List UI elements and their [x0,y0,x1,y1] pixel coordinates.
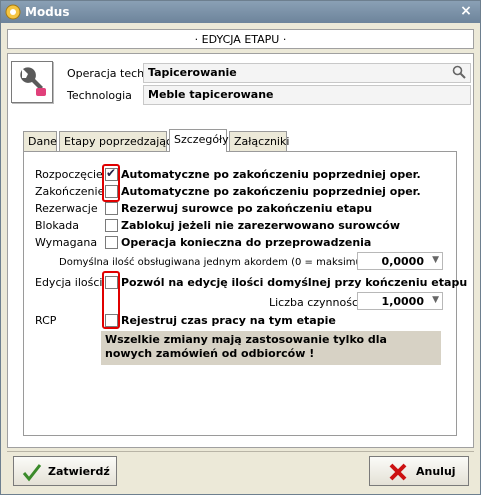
chevron-down-icon[interactable]: ▼ [432,295,439,305]
required-checkbox[interactable] [105,236,118,249]
tab-zalaczniki[interactable]: Załączniki [229,131,289,151]
title-bar[interactable]: Modus × [1,1,480,23]
default-qty-input[interactable]: 0,0000 ▼ [357,252,443,270]
qty-edit-option[interactable]: Pozwól na edycję ilości domyślnej przy k… [121,276,467,289]
dialog-window: Modus × · EDYCJA ETAPU · Operacja tech. … [0,0,481,495]
tab-szczegoly[interactable]: Szczegóły [169,129,229,152]
section-header: · EDYCJA ETAPU · [7,29,474,49]
rcp-option[interactable]: Rejestruj czas pracy na tym etapie [121,314,336,327]
cancel-label: Anuluj [416,465,456,478]
info-note: Wszelkie zmiany mają zastosowanie tylko … [101,331,441,365]
wrench-operation-icon [20,67,46,96]
default-qty-label: Domyślna ilość obsługiwana jednym akorde… [59,257,376,268]
confirm-label: Zatwierdź [48,465,110,478]
activity-count-value: 1,0000 [381,295,424,308]
confirm-button[interactable]: Zatwierdź [13,456,117,486]
chevron-down-icon[interactable]: ▼ [432,255,439,265]
window-title: Modus [25,5,70,19]
start-auto-option[interactable]: Automatyczne po zakończeniu poprzedniej … [121,168,421,181]
default-qty-value: 0,0000 [381,255,424,268]
cancel-button[interactable]: Anuluj [369,456,469,486]
operation-field[interactable]: Tapicerowanie [143,63,471,83]
block-checkbox[interactable] [105,219,118,232]
highlight-box [102,271,120,329]
red-x-icon [389,463,407,481]
technology-field[interactable]: Meble tapicerowane [143,85,471,105]
search-icon[interactable] [452,65,466,79]
required-label: Wymagana [35,236,98,249]
checkmark-icon [22,464,42,482]
activity-count-label: Liczba czynności [269,296,362,309]
reservation-option[interactable]: Rezerwuj surowce po zakończeniu etapu [121,202,372,215]
operation-label: Operacja tech. [67,67,148,80]
highlight-box [102,164,120,202]
tab-dane[interactable]: Dane [23,131,57,151]
operation-icon-button[interactable] [11,61,53,103]
reservation-checkbox[interactable] [105,202,118,215]
tab-etapy-poprzedzajace[interactable]: Etapy poprzedzające [59,131,179,151]
rcp-label: RCP [35,314,57,327]
section-title: · EDYCJA ETAPU · [194,33,287,46]
end-label: Zakończenie [35,185,105,198]
technology-label: Technologia [67,89,132,102]
block-label: Blokada [35,219,79,232]
qty-edit-label: Edycja ilości [35,276,103,289]
required-option[interactable]: Operacja konieczna do przeprowadzenia [121,236,371,249]
operation-value: Tapicerowanie [148,66,237,79]
activity-count-input[interactable]: 1,0000 ▼ [357,292,443,310]
modus-app-icon [5,4,21,20]
footer-divider [7,451,474,452]
end-auto-option[interactable]: Automatyczne po zakończeniu poprzedniej … [121,185,421,198]
technology-value: Meble tapicerowane [148,88,274,101]
close-button[interactable]: × [458,3,474,19]
reservation-label: Rezerwacje [35,202,98,215]
start-label: Rozpoczęcie [35,168,103,181]
block-option[interactable]: Zablokuj jeżeli nie zarezerwowano surowc… [121,219,400,232]
